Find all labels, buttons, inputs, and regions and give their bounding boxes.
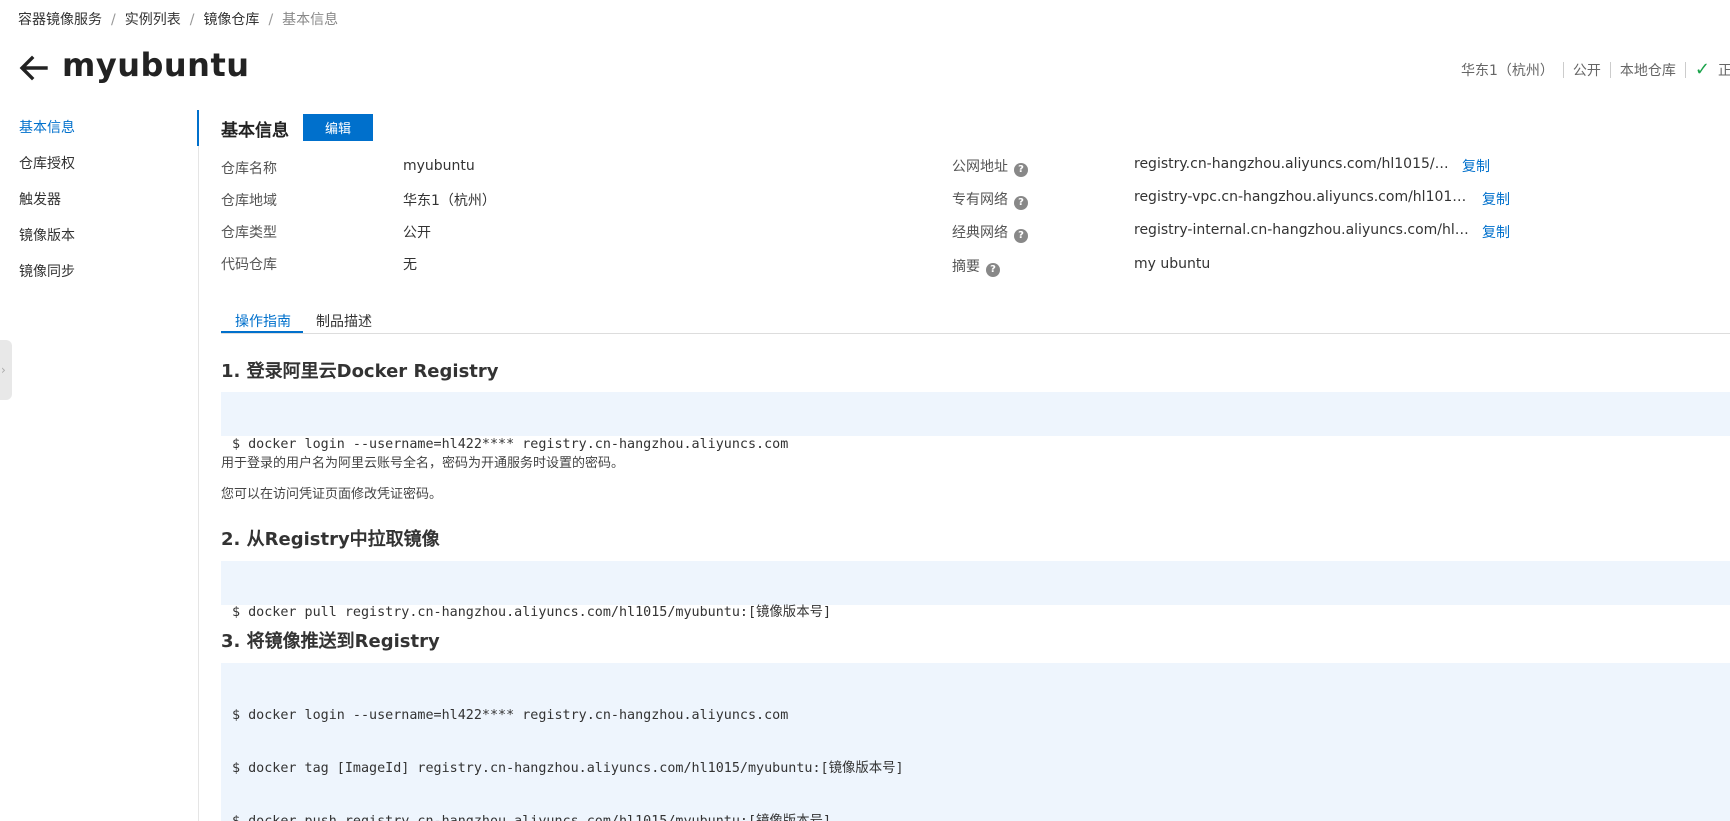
breadcrumb-item[interactable]: 镜像仓库 xyxy=(203,12,259,28)
sidebar-item-repo-auth[interactable]: 仓库授权 xyxy=(0,146,198,182)
sidebar-active-indicator xyxy=(197,110,199,146)
address-classic: registry-internal.cn-hangzhou.aliyuncs.c… xyxy=(1134,222,1470,238)
note-text: 用于登录的用户名为阿里云账号全名，密码为开通服务时设置的密码。 xyxy=(221,456,625,471)
info-label-code-repo: 代码仓库 xyxy=(221,257,277,273)
address-public: registry.cn-hangzhou.aliyuncs.com/hl1015… xyxy=(1134,156,1454,172)
info-label-text: 公网地址 xyxy=(952,159,1008,175)
info-label-public-address: 公网地址? xyxy=(952,156,1028,177)
info-value-code-repo: 无 xyxy=(403,257,417,273)
info-label-text: 专有网络 xyxy=(952,192,1008,208)
tab-artifact-description[interactable]: 制品描述 xyxy=(316,311,372,331)
tab-active-underline xyxy=(221,331,303,333)
edit-button[interactable]: 编辑 xyxy=(303,114,373,141)
breadcrumb: 容器镜像服务 / 实例列表 / 镜像仓库 / 基本信息 xyxy=(18,9,338,29)
tab-operation-guide[interactable]: 操作指南 xyxy=(235,311,291,331)
info-label-text: 经典网络 xyxy=(952,225,1008,241)
breadcrumb-separator: / xyxy=(111,12,116,28)
code-line: $ docker tag [ImageId] registry.cn-hangz… xyxy=(232,761,904,776)
tab-bar: 操作指南 制品描述 xyxy=(221,307,1730,334)
page-title: myubuntu xyxy=(62,46,250,84)
step-title: 3. 将镜像推送到Registry xyxy=(221,631,440,652)
sidebar-item-basic-info[interactable]: 基本信息 xyxy=(0,110,198,146)
info-value-summary: my ubuntu xyxy=(1134,256,1211,272)
note-text: 您可以在访问凭证页面修改凭证密码。 xyxy=(221,487,443,502)
help-icon[interactable]: ? xyxy=(1014,229,1028,243)
info-label-vpc: 专有网络? xyxy=(952,189,1028,210)
info-label-text: 摘要 xyxy=(952,259,980,275)
info-label-repo-name: 仓库名称 xyxy=(221,161,277,177)
copy-public-address-button[interactable]: 复制 xyxy=(1462,156,1490,176)
step-title: 1. 登录阿里云Docker Registry xyxy=(221,361,499,382)
code-block[interactable]: $ docker login --username=hl422**** regi… xyxy=(221,392,1730,452)
side-nav: 基本信息 仓库授权 触发器 镜像版本 镜像同步 xyxy=(0,110,198,290)
status-repo-source: 本地仓库 xyxy=(1619,62,1676,79)
info-label-repo-region: 仓库地域 xyxy=(221,193,277,209)
sidebar-item-image-sync[interactable]: 镜像同步 xyxy=(0,254,198,290)
sidebar-item-image-versions[interactable]: 镜像版本 xyxy=(0,218,198,254)
info-value-repo-region: 华东1（杭州） xyxy=(403,193,496,209)
status-divider xyxy=(1562,61,1564,78)
info-value-repo-type: 公开 xyxy=(403,225,431,241)
repo-status-bar: 华东1（杭州） 公开 本地仓库 ✓ 正常 xyxy=(1461,59,1730,80)
code-block[interactable]: $ docker pull registry.cn-hangzhou.aliyu… xyxy=(221,561,1730,620)
sidebar-divider xyxy=(198,146,199,821)
status-region: 华东1（杭州） xyxy=(1460,62,1554,79)
help-icon[interactable]: ? xyxy=(1014,196,1028,210)
status-visibility: 公开 xyxy=(1572,62,1601,79)
code-line: $ docker push registry.cn-hangzhou.aliyu… xyxy=(232,810,1719,821)
back-arrow-icon[interactable] xyxy=(18,52,50,84)
breadcrumb-separator: / xyxy=(189,12,195,28)
breadcrumb-current: 基本信息 xyxy=(282,12,339,28)
breadcrumb-separator: / xyxy=(268,12,274,28)
code-block[interactable]: $ docker login --username=hl422**** regi… xyxy=(221,663,1730,821)
step-title: 2. 从Registry中拉取镜像 xyxy=(221,529,440,550)
copy-vpc-address-button[interactable]: 复制 xyxy=(1482,189,1510,209)
breadcrumb-item[interactable]: 容器镜像服务 xyxy=(18,12,102,28)
collapse-handle-icon[interactable]: › xyxy=(0,340,12,400)
info-value-repo-name: myubuntu xyxy=(403,158,475,174)
info-label-repo-type: 仓库类型 xyxy=(221,225,277,241)
status-divider xyxy=(1684,61,1686,78)
info-label-summary: 摘要? xyxy=(952,256,1000,277)
copy-classic-address-button[interactable]: 复制 xyxy=(1482,222,1510,242)
address-vpc: registry-vpc.cn-hangzhou.aliyuncs.com/hl… xyxy=(1134,189,1470,205)
status-state: 正常 xyxy=(1718,62,1730,79)
help-icon[interactable]: ? xyxy=(986,263,1000,277)
info-label-classic-network: 经典网络? xyxy=(952,222,1028,243)
breadcrumb-item[interactable]: 实例列表 xyxy=(125,12,181,28)
code-line: $ docker pull registry.cn-hangzhou.aliyu… xyxy=(232,605,832,620)
section-title: 基本信息 xyxy=(221,121,289,141)
code-line: $ docker login --username=hl422**** regi… xyxy=(232,708,789,723)
status-divider xyxy=(1609,61,1611,78)
sidebar-item-triggers[interactable]: 触发器 xyxy=(0,182,198,218)
check-icon: ✓ xyxy=(1694,59,1710,80)
help-icon[interactable]: ? xyxy=(1014,163,1028,177)
